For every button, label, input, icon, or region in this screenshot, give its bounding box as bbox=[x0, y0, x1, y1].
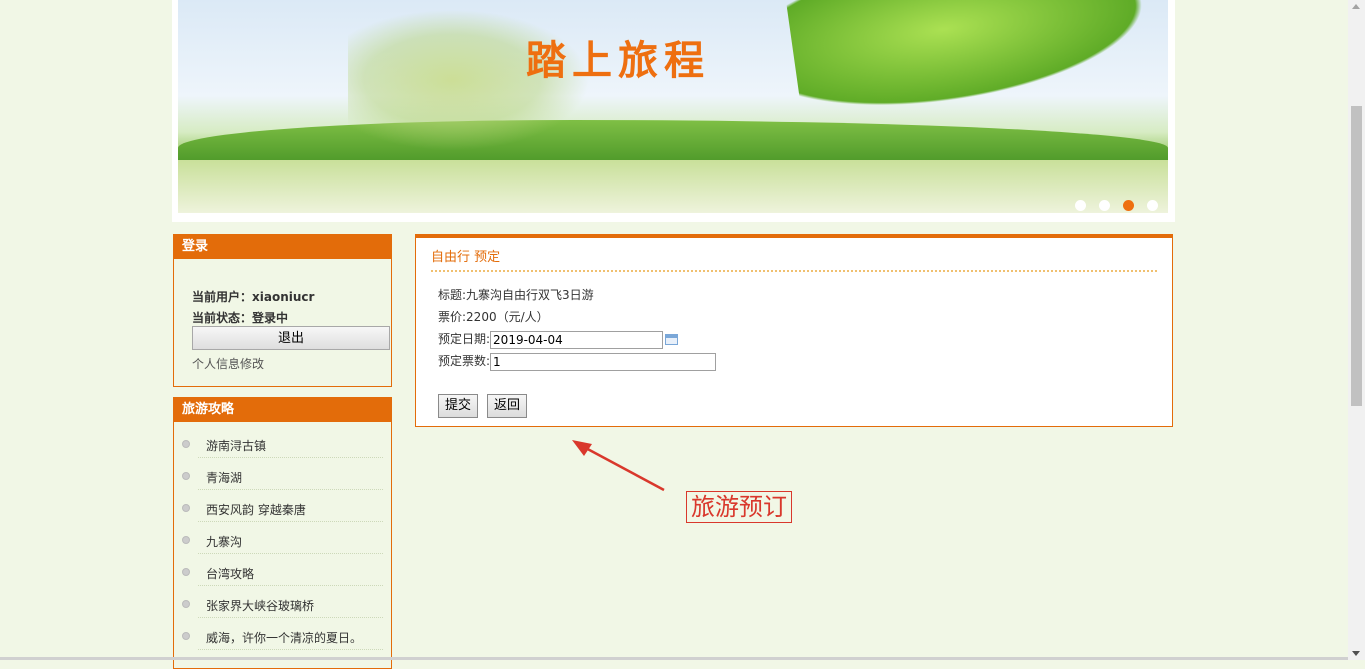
banner-container: 踏上旅程 bbox=[172, 0, 1175, 222]
booking-panel-heading: 自由行 预定 bbox=[431, 246, 1157, 272]
vertical-scrollbar[interactable] bbox=[1348, 0, 1365, 660]
bullet-icon bbox=[182, 536, 190, 544]
bullet-icon bbox=[182, 440, 190, 448]
bullet-icon bbox=[182, 472, 190, 480]
booking-date-input[interactable] bbox=[490, 330, 664, 349]
login-panel-heading: 登录 bbox=[174, 235, 391, 259]
guide-link[interactable]: 台湾攻略 bbox=[206, 567, 254, 581]
travel-guides-heading: 旅游攻略 bbox=[174, 398, 391, 422]
annotation-label: 旅游预订 bbox=[686, 491, 792, 523]
guide-link[interactable]: 九寨沟 bbox=[206, 535, 242, 549]
ticket-quantity-label: 预定票数: bbox=[438, 354, 491, 368]
carousel-dots bbox=[1075, 200, 1158, 211]
guide-link[interactable]: 青海湖 bbox=[206, 471, 242, 485]
calendar-icon[interactable] bbox=[665, 334, 679, 345]
edit-profile-link[interactable]: 个人信息修改 bbox=[192, 355, 264, 372]
scrollbar-thumb[interactable] bbox=[1351, 106, 1362, 406]
scroll-up-arrow-icon[interactable] bbox=[1352, 4, 1360, 9]
booking-date-label: 预定日期: bbox=[438, 332, 491, 346]
booking-form: 标题:九寨沟自由行双飞3日游 票价:2200（元/人） 预定日期: 预定票数: … bbox=[416, 272, 1172, 418]
guide-list-item[interactable]: 张家界大峡谷玻璃桥 bbox=[182, 586, 383, 618]
annotation-arrow-icon bbox=[572, 440, 665, 492]
carousel-dot-3[interactable] bbox=[1123, 200, 1134, 211]
guide-link[interactable]: 西安风韵 穿越秦唐 bbox=[206, 503, 306, 517]
logout-button[interactable]: 退出 bbox=[192, 326, 390, 350]
booking-date-row: 预定日期: bbox=[438, 328, 1172, 350]
ticket-quantity-row: 预定票数: bbox=[438, 350, 1172, 372]
login-panel: 登录 当前用户：xiaoniucr 当前状态：登录中 退出 个人信息修改 bbox=[173, 234, 392, 387]
submit-button[interactable]: 提交 bbox=[438, 394, 479, 418]
travel-guides-list: 游南浔古镇 青海湖 西安风韵 穿越秦唐 九寨沟 台湾攻略 张家界大峡谷玻璃桥 威… bbox=[174, 422, 391, 650]
carousel-dot-4[interactable] bbox=[1147, 200, 1158, 211]
current-user-text: 当前用户：xiaoniucr bbox=[192, 290, 315, 304]
guide-link[interactable]: 威海，许你一个清凉的夏日。 bbox=[206, 631, 362, 645]
bullet-icon bbox=[182, 568, 190, 576]
back-button[interactable]: 返回 bbox=[487, 394, 528, 418]
guide-list-item[interactable]: 台湾攻略 bbox=[182, 554, 383, 586]
ticket-price-text: 票价:2200（元/人） bbox=[438, 310, 549, 324]
travel-guides-panel: 旅游攻略 游南浔古镇 青海湖 西安风韵 穿越秦唐 九寨沟 台湾攻略 张家界大峡谷… bbox=[173, 397, 392, 669]
bullet-icon bbox=[182, 600, 190, 608]
carousel-dot-1[interactable] bbox=[1075, 200, 1086, 211]
banner-title: 踏上旅程 bbox=[526, 37, 710, 84]
banner-field bbox=[178, 160, 1168, 213]
carousel-dot-2[interactable] bbox=[1099, 200, 1110, 211]
booking-actions: 提交 返回 bbox=[438, 394, 1172, 418]
bullet-icon bbox=[182, 632, 190, 640]
trip-title-text: 标题:九寨沟自由行双飞3日游 bbox=[438, 288, 594, 302]
guide-list-item[interactable]: 游南浔古镇 bbox=[182, 426, 383, 458]
bullet-icon bbox=[182, 504, 190, 512]
booking-panel: 自由行 预定 标题:九寨沟自由行双飞3日游 票价:2200（元/人） 预定日期:… bbox=[415, 234, 1173, 427]
guide-list-item[interactable]: 西安风韵 穿越秦唐 bbox=[182, 490, 383, 522]
ticket-quantity-input[interactable] bbox=[490, 352, 717, 371]
guide-list-item[interactable]: 青海湖 bbox=[182, 458, 383, 490]
guide-link[interactable]: 游南浔古镇 bbox=[206, 439, 266, 453]
guide-list-item[interactable]: 威海，许你一个清凉的夏日。 bbox=[182, 618, 383, 650]
scroll-down-arrow-icon[interactable] bbox=[1352, 651, 1360, 656]
banner-green-ribbon-image bbox=[785, 0, 1168, 131]
banner-carousel[interactable]: 踏上旅程 bbox=[178, 0, 1168, 213]
guide-link[interactable]: 张家界大峡谷玻璃桥 bbox=[206, 599, 314, 613]
guide-list-item[interactable]: 九寨沟 bbox=[182, 522, 383, 554]
